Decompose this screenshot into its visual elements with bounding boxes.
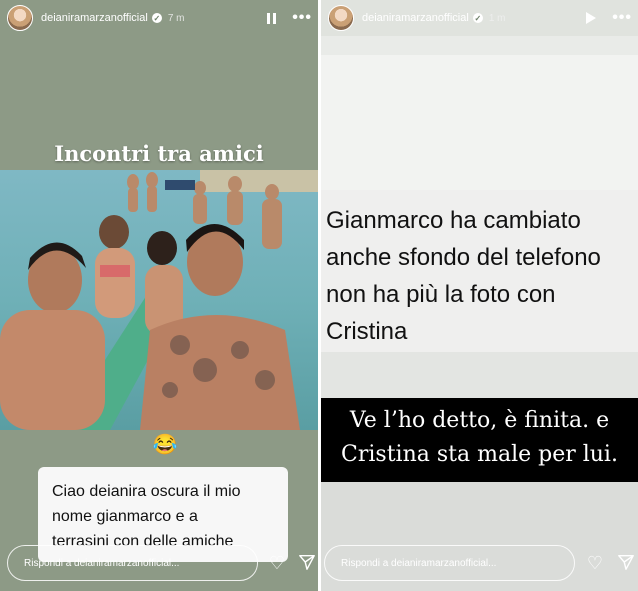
beach-photo bbox=[0, 170, 318, 430]
pause-icon[interactable] bbox=[267, 12, 277, 24]
chat-line: Gianmarco ha cambiato bbox=[326, 207, 581, 234]
send-icon[interactable] bbox=[297, 553, 317, 573]
quote-line: Cristina sta male per lui. bbox=[341, 442, 618, 467]
send-icon[interactable] bbox=[616, 553, 636, 573]
story-header: deianiramarzanofficial ✓ 1 m ••• bbox=[321, 0, 638, 36]
play-icon[interactable] bbox=[586, 12, 597, 24]
verified-badge-icon: ✓ bbox=[151, 13, 162, 23]
verified-badge-icon: ✓ bbox=[472, 13, 483, 23]
heart-icon[interactable]: ♡ bbox=[585, 553, 605, 573]
chat-line: Ciao deianira oscura il mio bbox=[52, 483, 241, 500]
story-right[interactable]: deianiramarzanofficial ✓ 1 m ••• Gianmar… bbox=[321, 0, 638, 591]
reply-input[interactable]: Rispondi a deianiramarzanofficial... bbox=[324, 545, 575, 581]
avatar[interactable] bbox=[328, 5, 354, 31]
more-icon[interactable]: ••• bbox=[612, 10, 632, 26]
chat-line: nome gianmarco e a bbox=[52, 508, 198, 525]
laughing-emoji-icon: 😂 bbox=[152, 434, 178, 456]
heart-icon[interactable]: ♡ bbox=[267, 553, 287, 573]
story-quote: Ve l’ho detto, è finita. e Cristina sta … bbox=[321, 404, 638, 472]
more-icon[interactable]: ••• bbox=[292, 10, 312, 26]
chat-line: Cristina bbox=[326, 318, 408, 345]
reply-input[interactable]: Rispondi a deianiramarzanofficial... bbox=[7, 545, 258, 581]
story-header: deianiramarzanofficial ✓ 7 m ••• bbox=[0, 0, 318, 36]
story-caption: Incontri tra amici bbox=[54, 141, 264, 166]
story-left[interactable]: deianiramarzanofficial ✓ 7 m ••• Incontr… bbox=[0, 0, 318, 591]
username[interactable]: deianiramarzanofficial bbox=[362, 12, 469, 24]
chat-line: non ha più la foto con bbox=[326, 281, 556, 308]
avatar[interactable] bbox=[7, 5, 33, 31]
chat-screenshot: Gianmarco ha cambiato anche sfondo del t… bbox=[326, 202, 638, 350]
chat-line: anche sfondo del telefono bbox=[326, 244, 601, 271]
username[interactable]: deianiramarzanofficial bbox=[41, 12, 148, 24]
quote-line: Ve l’ho detto, è finita. e bbox=[349, 408, 610, 433]
timestamp: 7 m bbox=[167, 12, 185, 24]
timestamp: 1 m bbox=[488, 12, 506, 24]
